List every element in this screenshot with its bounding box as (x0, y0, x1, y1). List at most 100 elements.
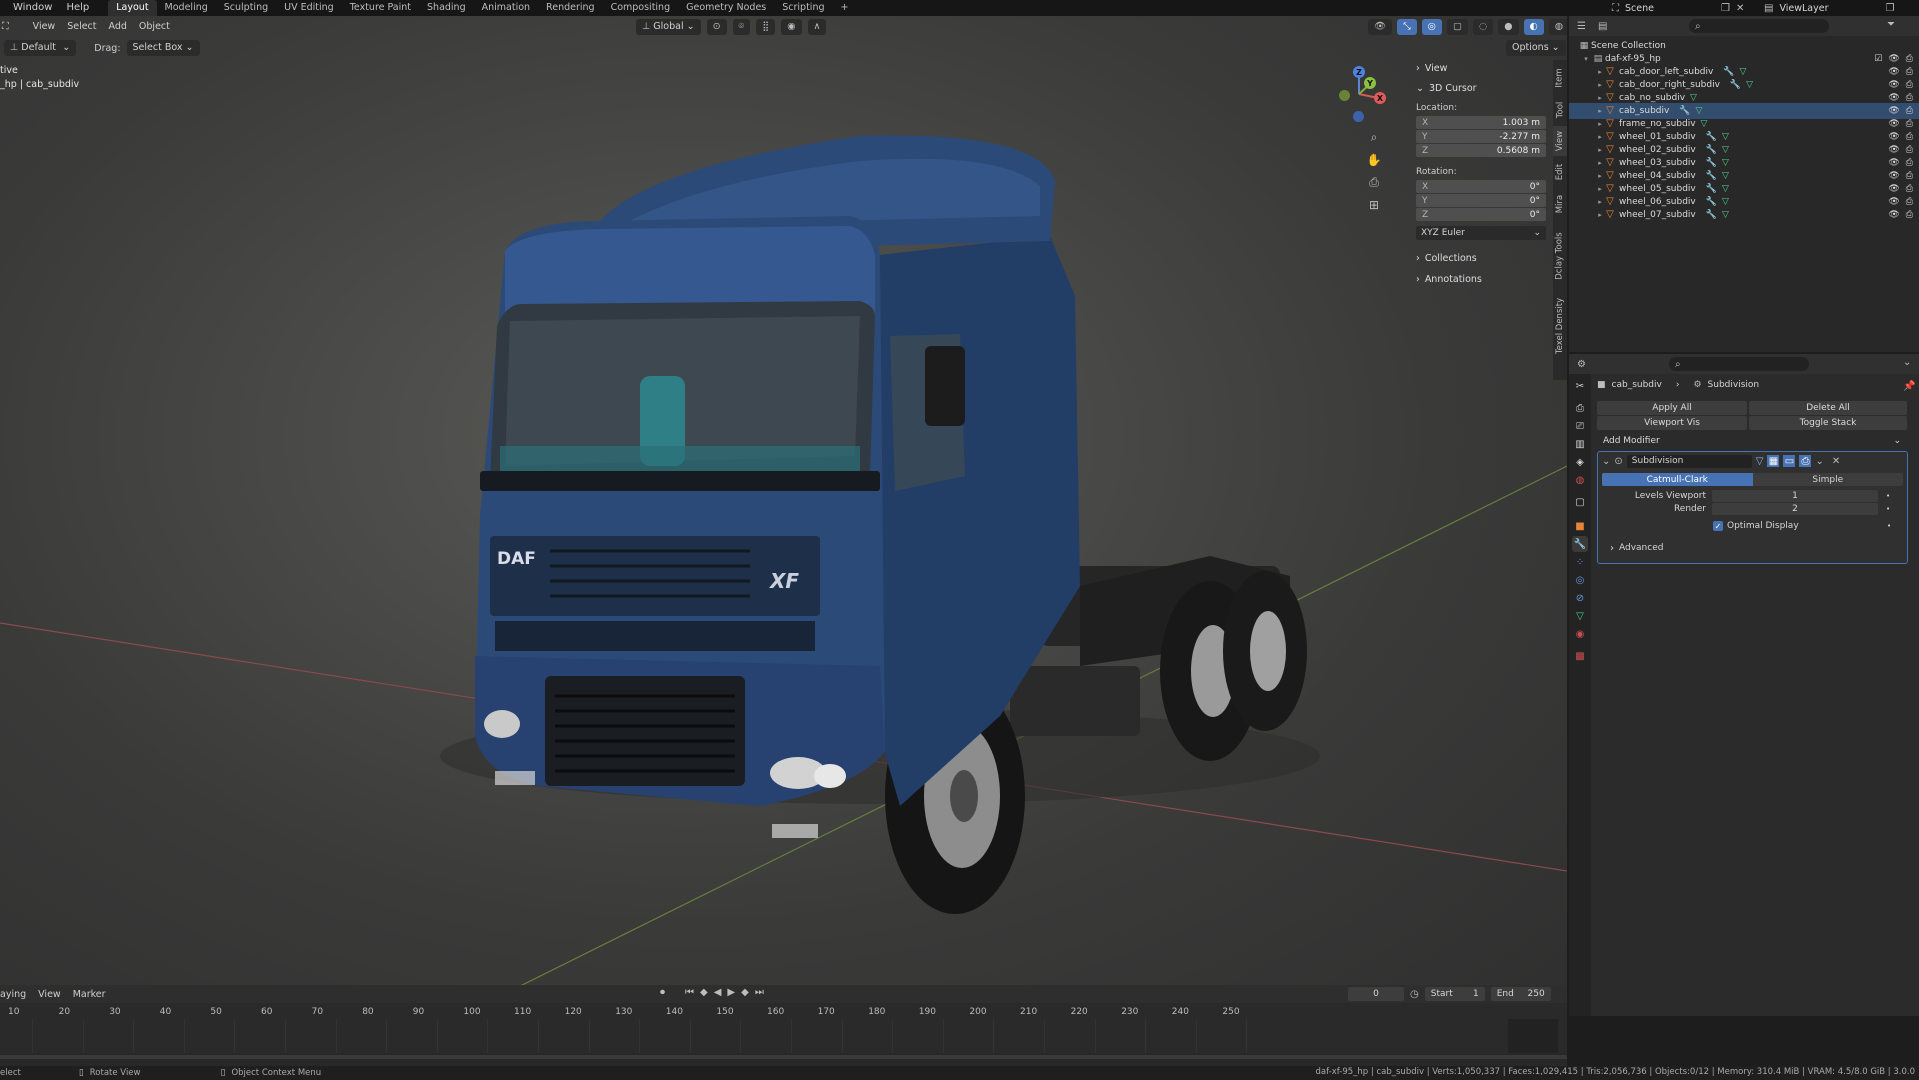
particles-tab-icon[interactable]: ⁘ (1572, 554, 1588, 570)
tab-edit[interactable]: Edit (1553, 158, 1567, 186)
overlay-toggle[interactable]: ◎ (1421, 19, 1442, 35)
pivot-point-button[interactable]: ⊙ (706, 19, 727, 35)
proportional-edit-toggle[interactable]: ◉ (781, 19, 802, 35)
modifier-tab-icon[interactable]: 🔧 (1572, 536, 1588, 552)
expand-icon[interactable]: ▸ (1595, 159, 1605, 167)
output-tab-icon[interactable]: ⎚ (1572, 418, 1588, 434)
expand-icon[interactable]: ▸ (1595, 81, 1605, 89)
shading-material[interactable]: ◐ (1523, 19, 1544, 35)
delete-scene-icon[interactable]: ✕ (1736, 3, 1744, 14)
apply-all-button[interactable]: Apply All (1597, 401, 1747, 415)
gizmo-z-axis[interactable]: Z (1353, 66, 1365, 78)
menu-add[interactable]: Add (103, 21, 133, 32)
expand-icon[interactable]: ▸ (1595, 172, 1605, 180)
mesh-data-icon[interactable]: ▽ (1746, 80, 1753, 90)
camera-icon[interactable]: ⎙ (1906, 106, 1913, 116)
expand-icon[interactable]: ▾ (1581, 55, 1591, 63)
view-section-header[interactable]: › View (1410, 60, 1548, 77)
play-icon[interactable]: ▶ (727, 987, 735, 998)
outliner-search-input[interactable]: ⌕ (1689, 19, 1829, 33)
mesh-data-icon[interactable]: ▽ (1722, 210, 1729, 220)
render-icon[interactable]: ⎙ (1799, 455, 1812, 467)
next-keyframe-icon[interactable]: ◆ (741, 987, 749, 998)
filter-icon[interactable]: ⏷ (1887, 19, 1895, 30)
cursor-rotation-y[interactable]: Y 0° (1416, 194, 1546, 207)
navigation-gizmo[interactable]: Z Y X (1334, 64, 1386, 124)
visibility-button[interactable]: 👁 (1368, 19, 1393, 35)
menu-object[interactable]: Object (133, 21, 176, 32)
eye-icon[interactable]: 👁 (1888, 54, 1899, 64)
menu-select[interactable]: Select (61, 21, 102, 32)
camera-icon[interactable]: ⎙ (1906, 119, 1913, 129)
gizmo-neg-y-axis[interactable] (1339, 90, 1350, 101)
wrench-icon[interactable]: 🔧 (1730, 80, 1741, 90)
expand-icon[interactable]: ▸ (1595, 146, 1605, 154)
timeline-scrollbar[interactable] (0, 1055, 1567, 1059)
pan-hand-icon[interactable]: ✋ (1366, 153, 1382, 167)
menu-help[interactable]: Help (59, 0, 96, 16)
tab-tool[interactable]: Tool (1553, 96, 1567, 124)
eye-icon[interactable]: 👁 (1888, 184, 1899, 194)
wrench-icon[interactable]: 🔧 (1706, 197, 1717, 207)
mesh-data-icon[interactable]: ▽ (1722, 145, 1729, 155)
cursor-rotation-z[interactable]: Z 0° (1416, 208, 1546, 221)
levels-viewport-field[interactable]: 1 (1712, 490, 1878, 502)
collections-section-header[interactable]: › Collections (1410, 250, 1548, 267)
camera-icon[interactable]: ⎙ (1906, 197, 1913, 207)
tool-tab-icon[interactable]: ✂ (1572, 378, 1588, 394)
eye-icon[interactable]: 👁 (1888, 119, 1899, 129)
current-frame-field[interactable]: 0 (1348, 987, 1404, 1001)
mesh-data-icon[interactable]: ▽ (1701, 119, 1708, 129)
add-modifier-dropdown[interactable]: Add Modifier ⌄ (1597, 434, 1907, 448)
data-tab-icon[interactable]: ▽ (1572, 608, 1588, 624)
view-layer-tab-icon[interactable]: ▥ (1572, 436, 1588, 452)
tab-mira[interactable]: Mira (1553, 190, 1567, 218)
expand-icon[interactable]: ▸ (1595, 133, 1605, 141)
physics-tab-icon[interactable]: ◎ (1572, 572, 1588, 588)
record-icon[interactable]: ⏺ (660, 987, 665, 998)
tab-modeling[interactable]: Modeling (157, 0, 216, 16)
wrench-icon[interactable]: 🔧 (1679, 106, 1690, 116)
texture-tab-icon[interactable]: ▩ (1572, 648, 1588, 664)
tab-layout[interactable]: Layout (108, 0, 157, 16)
keyframe-dot-icon[interactable]: • (1886, 492, 1890, 500)
wrench-icon[interactable]: 🔧 (1706, 158, 1717, 168)
rotation-mode-dropdown[interactable]: XYZ Euler ⌄ (1416, 226, 1546, 240)
camera-icon[interactable]: ⎙ (1906, 145, 1913, 155)
3d-viewport[interactable]: DAF XF ⛶ View Select Add Object ⊥ Global… (0, 16, 1567, 1016)
options-dropdown[interactable]: Options ⌄ (1506, 40, 1566, 56)
tab-compositing[interactable]: Compositing (603, 0, 679, 16)
tab-texel-density[interactable]: Texel Density (1553, 292, 1567, 360)
mesh-data-icon[interactable]: ▽ (1722, 158, 1729, 168)
viewport-vis-button[interactable]: Viewport Vis (1597, 416, 1747, 430)
camera-icon[interactable]: ⎙ (1906, 67, 1913, 77)
editor-type-icon[interactable]: ⚙ (1577, 359, 1586, 370)
new-scene-icon[interactable]: ❐ (1721, 3, 1730, 14)
advanced-subpanel-header[interactable]: › Advanced (1598, 541, 1907, 555)
viewlayer-selector[interactable]: ▤ ViewLayer ❐ (1764, 0, 1894, 16)
mesh-data-icon[interactable]: ▽ (1722, 184, 1729, 194)
cursor-location-x[interactable]: X 1.003 m (1416, 116, 1546, 129)
gizmo-y-axis[interactable]: Y (1364, 77, 1376, 89)
tab-rendering[interactable]: Rendering (538, 0, 603, 16)
eye-icon[interactable]: 👁 (1888, 67, 1899, 77)
properties-search-input[interactable]: ⌕ (1669, 357, 1809, 371)
keyframe-dot-icon[interactable]: • (1886, 505, 1890, 513)
tab-shading[interactable]: Shading (419, 0, 474, 16)
eye-icon[interactable]: 👁 (1888, 210, 1899, 220)
simple-button[interactable]: Simple (1752, 473, 1903, 486)
expand-icon[interactable]: ▸ (1595, 185, 1605, 193)
world-tab-icon[interactable]: ◍ (1572, 472, 1588, 488)
wrench-icon[interactable]: 🔧 (1706, 184, 1717, 194)
menu-view[interactable]: View (27, 21, 62, 32)
snap-toggle[interactable]: ⌾ (732, 19, 751, 35)
gizmo-x-axis[interactable]: X (1374, 92, 1386, 104)
eye-icon[interactable]: 👁 (1888, 80, 1899, 90)
3d-cursor-section-header[interactable]: ⌄ 3D Cursor (1410, 80, 1548, 97)
expand-icon[interactable]: ▸ (1595, 107, 1605, 115)
orientation-dropdown[interactable]: ⊥ Global ⌄ (636, 19, 701, 35)
collection-tab-icon[interactable]: ▢ (1572, 494, 1588, 510)
scene-selector[interactable]: ⛶ Scene ❐ ✕ (1612, 0, 1744, 16)
pin-icon[interactable]: 📌 (1903, 381, 1915, 392)
cage-icon[interactable]: ▦ (1767, 455, 1780, 467)
